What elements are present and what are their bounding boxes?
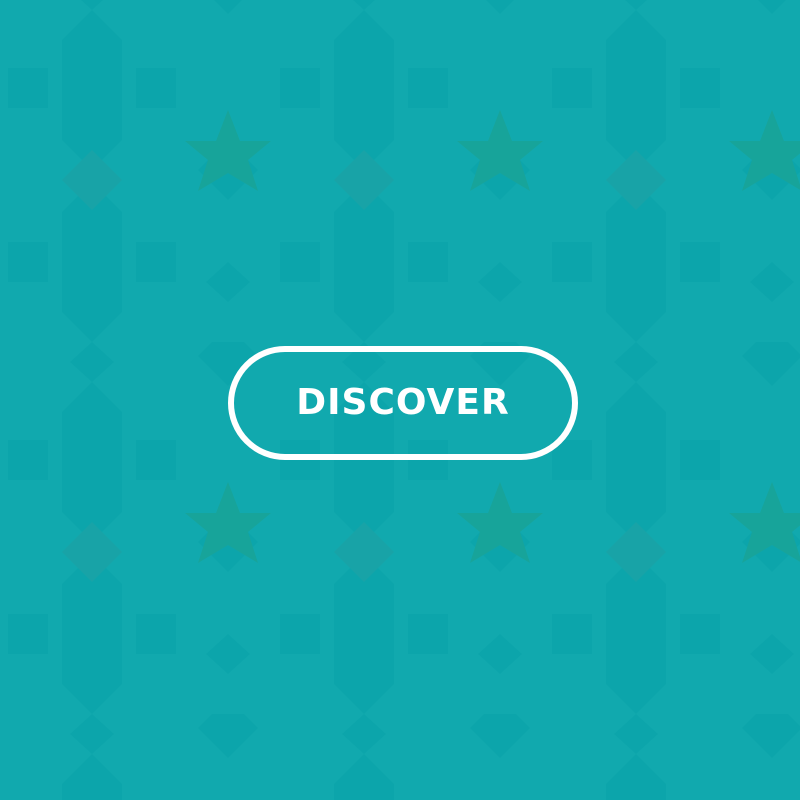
discover-button[interactable]: DISCOVER [228, 346, 578, 460]
discover-button-label: DISCOVER [296, 382, 510, 423]
page: DISCOVER [0, 0, 800, 800]
